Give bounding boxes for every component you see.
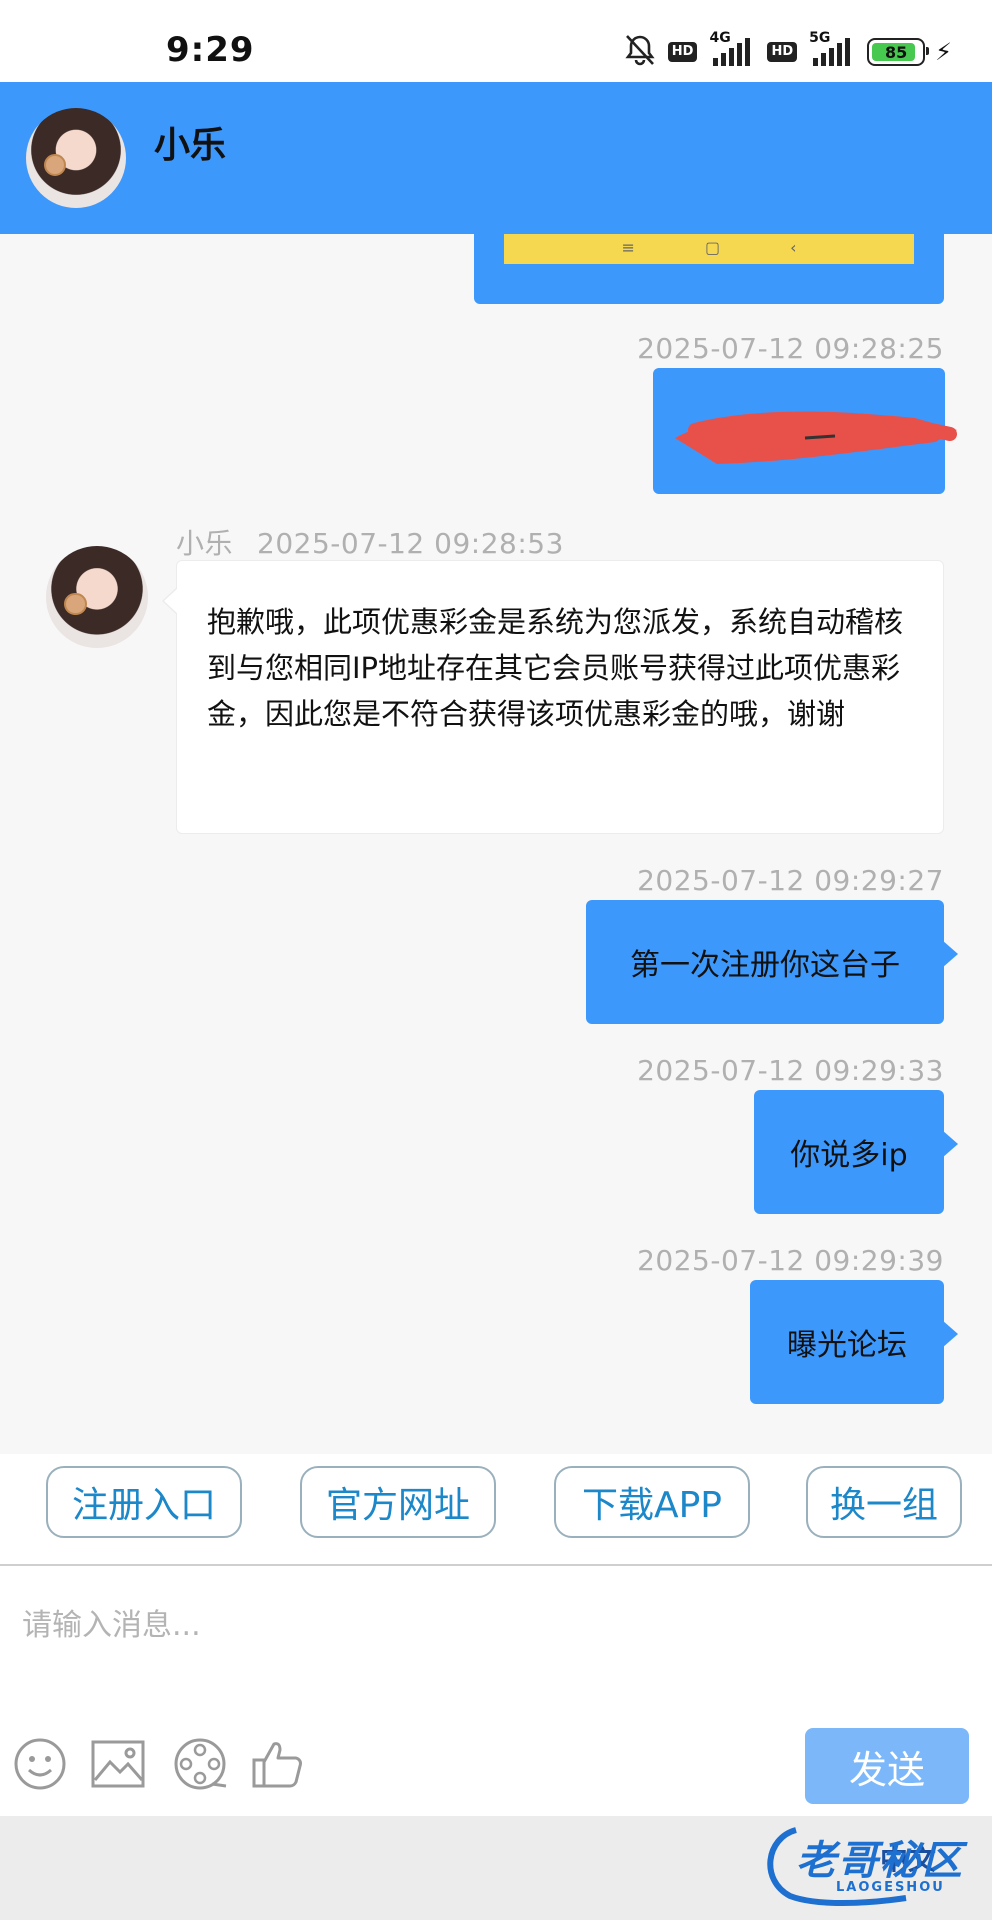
message-timestamp: 2025-07-12 09:29:27 bbox=[637, 864, 944, 897]
message-timestamp: 2025-07-12 09:28:25 bbox=[637, 332, 944, 365]
outgoing-redacted-message[interactable] bbox=[653, 368, 957, 494]
register-entry-button[interactable]: 注册入口 bbox=[46, 1466, 242, 1538]
download-app-button[interactable]: 下载APP bbox=[554, 1466, 750, 1538]
signal-icon-2: 5G bbox=[807, 30, 857, 70]
incoming-meta: 小乐 2025-07-12 09:28:53 bbox=[176, 522, 564, 562]
official-site-button[interactable]: 官方网址 bbox=[300, 1466, 496, 1538]
quick-actions: 注册入口 官方网址 下载APP 换一组 bbox=[0, 1454, 992, 1564]
message-timestamp: 2025-07-12 09:29:39 bbox=[637, 1244, 944, 1277]
image-icon[interactable] bbox=[90, 1736, 146, 1792]
charging-bolt-icon: ⚡ bbox=[935, 38, 952, 66]
message-timestamp: 2025-07-12 09:28:53 bbox=[257, 527, 564, 560]
message-timestamp: 2025-07-12 09:29:33 bbox=[637, 1054, 944, 1087]
battery-level: 85 bbox=[885, 42, 908, 62]
outgoing-message-text: 你说多ip bbox=[790, 1138, 908, 1173]
outgoing-message-text: 曝光论坛 bbox=[787, 1328, 907, 1363]
send-button[interactable]: 发送 bbox=[805, 1728, 969, 1804]
film-reel-icon[interactable] bbox=[172, 1736, 228, 1792]
home-icon: ▢ bbox=[704, 237, 721, 257]
sender-name: 小乐 bbox=[176, 527, 234, 560]
redaction-scribble bbox=[675, 411, 957, 464]
screenshot-thumbnail[interactable]: ≡ ▢ ‹ bbox=[504, 230, 914, 264]
status-bar: 9:29 HD 4G HD 5G 85 ⚡ bbox=[0, 0, 992, 82]
thumbs-up-icon[interactable] bbox=[250, 1736, 306, 1792]
hd-badge-1: HD bbox=[667, 42, 698, 62]
sender-avatar[interactable] bbox=[46, 546, 148, 648]
status-icons: HD 4G HD 5G 85 ⚡ bbox=[622, 30, 952, 72]
bell-muted-icon bbox=[622, 32, 658, 72]
page-title: 小乐 bbox=[154, 125, 227, 166]
incoming-message-bubble[interactable]: 抱歉哦，此项优惠彩金是系统为您派发，系统自动稽核到与您相同IP地址存在其它会员账… bbox=[162, 560, 944, 834]
watermark-brand: 老哥秘区 bbox=[796, 1838, 964, 1884]
watermark-logo: 老哥秘区 LAOGESHOU bbox=[756, 1820, 978, 1908]
outgoing-message-bubble[interactable]: 第一次注册你这台子 bbox=[586, 900, 958, 1024]
chat-header: 小乐 bbox=[0, 82, 992, 234]
status-time: 9:29 bbox=[166, 30, 255, 70]
watermark-brand-sub: LAOGESHOU bbox=[836, 1880, 945, 1895]
composer: 发送 bbox=[0, 1566, 992, 1816]
incoming-message-text: 抱歉哦，此项优惠彩金是系统为您派发，系统自动稽核到与您相同IP地址存在其它会员账… bbox=[207, 605, 904, 731]
hd-badge-2: HD bbox=[767, 42, 798, 62]
message-input[interactable] bbox=[20, 1584, 964, 1666]
menu-icon: ≡ bbox=[621, 237, 635, 257]
back-icon: ‹ bbox=[790, 237, 797, 257]
outgoing-message-text: 第一次注册你这台子 bbox=[630, 948, 900, 983]
emoji-icon[interactable] bbox=[12, 1736, 68, 1792]
outgoing-message-bubble[interactable]: 曝光论坛 bbox=[750, 1280, 958, 1404]
change-group-button[interactable]: 换一组 bbox=[806, 1466, 962, 1538]
battery-icon: 85 bbox=[867, 38, 930, 66]
avatar[interactable] bbox=[26, 108, 126, 208]
outgoing-message-bubble[interactable]: 你说多ip bbox=[754, 1090, 958, 1214]
signal-icon: 4G bbox=[707, 30, 757, 70]
